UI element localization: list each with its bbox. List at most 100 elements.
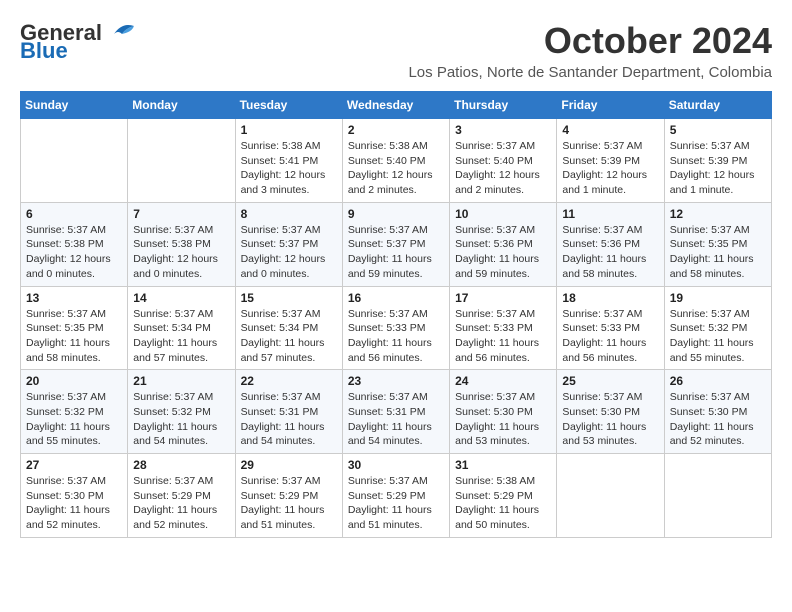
day-number: 12: [670, 207, 766, 221]
weekday-header-sunday: Sunday: [21, 92, 128, 119]
weekday-header-thursday: Thursday: [450, 92, 557, 119]
day-number: 20: [26, 374, 122, 388]
calendar-cell: 4 Sunrise: 5:37 AM Sunset: 5:39 PM Daylig…: [557, 119, 664, 203]
calendar-cell: 10 Sunrise: 5:37 AM Sunset: 5:36 PM Dayli…: [450, 202, 557, 286]
calendar-cell: 25Sunrise: 5:37 AM Sunset: 5:30 PM Dayli…: [557, 370, 664, 454]
calendar-cell: 2 Sunrise: 5:38 AM Sunset: 5:40 PM Daylig…: [342, 119, 449, 203]
calendar-cell: 15 Sunrise: 5:37 AM Sunset: 5:34 PM Dayli…: [235, 286, 342, 370]
weekday-header-row: SundayMondayTuesdayWednesdayThursdayFrid…: [21, 92, 772, 119]
day-info: Sunrise: 5:38 AM Sunset: 5:40 PM Dayligh…: [348, 139, 444, 198]
day-number: 1: [241, 123, 337, 137]
day-info: Sunrise: 5:37 AM Sunset: 5:39 PM Dayligh…: [670, 139, 766, 198]
calendar-cell: 30Sunrise: 5:37 AM Sunset: 5:29 PM Dayli…: [342, 454, 449, 538]
calendar-cell: [128, 119, 235, 203]
day-number: 18: [562, 291, 658, 305]
day-info: Sunrise: 5:37 AM Sunset: 5:38 PM Dayligh…: [133, 223, 229, 282]
calendar-cell: 7Sunrise: 5:37 AM Sunset: 5:38 PM Daylig…: [128, 202, 235, 286]
calendar-cell: 20 Sunrise: 5:37 AM Sunset: 5:32 PM Dayli…: [21, 370, 128, 454]
logo-bird-icon: [104, 20, 136, 42]
calendar-cell: 8 Sunrise: 5:37 AM Sunset: 5:37 PM Daylig…: [235, 202, 342, 286]
day-info: Sunrise: 5:37 AM Sunset: 5:33 PM Dayligh…: [562, 307, 658, 366]
day-number: 3: [455, 123, 551, 137]
day-number: 15: [241, 291, 337, 305]
day-info: Sunrise: 5:37 AM Sunset: 5:32 PM Dayligh…: [26, 390, 122, 449]
day-info: Sunrise: 5:37 AM Sunset: 5:32 PM Dayligh…: [133, 390, 229, 449]
calendar-week-5: 27Sunrise: 5:37 AM Sunset: 5:30 PM Dayli…: [21, 454, 772, 538]
day-info: Sunrise: 5:37 AM Sunset: 5:35 PM Dayligh…: [670, 223, 766, 282]
calendar-cell: [664, 454, 771, 538]
day-info: Sunrise: 5:37 AM Sunset: 5:34 PM Dayligh…: [241, 307, 337, 366]
month-title: October 2024: [408, 20, 772, 62]
calendar-cell: 21 Sunrise: 5:37 AM Sunset: 5:32 PM Dayli…: [128, 370, 235, 454]
calendar-cell: 23 Sunrise: 5:37 AM Sunset: 5:31 PM Dayli…: [342, 370, 449, 454]
logo-blue: Blue: [20, 38, 68, 64]
calendar-cell: 17 Sunrise: 5:37 AM Sunset: 5:33 PM Dayli…: [450, 286, 557, 370]
calendar-cell: 24Sunrise: 5:37 AM Sunset: 5:30 PM Dayli…: [450, 370, 557, 454]
weekday-header-tuesday: Tuesday: [235, 92, 342, 119]
day-number: 14: [133, 291, 229, 305]
day-info: Sunrise: 5:37 AM Sunset: 5:37 PM Dayligh…: [348, 223, 444, 282]
calendar-cell: 6 Sunrise: 5:37 AM Sunset: 5:38 PM Daylig…: [21, 202, 128, 286]
calendar-cell: 29Sunrise: 5:37 AM Sunset: 5:29 PM Dayli…: [235, 454, 342, 538]
day-info: Sunrise: 5:38 AM Sunset: 5:41 PM Dayligh…: [241, 139, 337, 198]
day-number: 2: [348, 123, 444, 137]
weekday-header-friday: Friday: [557, 92, 664, 119]
calendar-cell: 18 Sunrise: 5:37 AM Sunset: 5:33 PM Dayli…: [557, 286, 664, 370]
day-info: Sunrise: 5:38 AM Sunset: 5:29 PM Dayligh…: [455, 474, 551, 533]
calendar-cell: 16 Sunrise: 5:37 AM Sunset: 5:33 PM Dayli…: [342, 286, 449, 370]
calendar-week-2: 6 Sunrise: 5:37 AM Sunset: 5:38 PM Daylig…: [21, 202, 772, 286]
day-info: Sunrise: 5:37 AM Sunset: 5:31 PM Dayligh…: [348, 390, 444, 449]
day-info: Sunrise: 5:37 AM Sunset: 5:33 PM Dayligh…: [348, 307, 444, 366]
calendar-cell: 1 Sunrise: 5:38 AM Sunset: 5:41 PM Daylig…: [235, 119, 342, 203]
day-number: 8: [241, 207, 337, 221]
day-number: 24: [455, 374, 551, 388]
day-number: 11: [562, 207, 658, 221]
calendar-cell: [21, 119, 128, 203]
calendar-week-1: 1 Sunrise: 5:38 AM Sunset: 5:41 PM Daylig…: [21, 119, 772, 203]
day-number: 23: [348, 374, 444, 388]
day-info: Sunrise: 5:37 AM Sunset: 5:31 PM Dayligh…: [241, 390, 337, 449]
day-info: Sunrise: 5:37 AM Sunset: 5:40 PM Dayligh…: [455, 139, 551, 198]
day-info: Sunrise: 5:37 AM Sunset: 5:33 PM Dayligh…: [455, 307, 551, 366]
weekday-header-saturday: Saturday: [664, 92, 771, 119]
calendar-cell: 14 Sunrise: 5:37 AM Sunset: 5:34 PM Dayli…: [128, 286, 235, 370]
day-number: 16: [348, 291, 444, 305]
title-section: October 2024 Los Patios, Norte de Santan…: [408, 20, 772, 81]
day-number: 22: [241, 374, 337, 388]
day-number: 31: [455, 458, 551, 472]
day-number: 26: [670, 374, 766, 388]
calendar-table: SundayMondayTuesdayWednesdayThursdayFrid…: [20, 91, 772, 538]
day-info: Sunrise: 5:37 AM Sunset: 5:36 PM Dayligh…: [455, 223, 551, 282]
day-info: Sunrise: 5:37 AM Sunset: 5:30 PM Dayligh…: [562, 390, 658, 449]
calendar-cell: 5 Sunrise: 5:37 AM Sunset: 5:39 PM Daylig…: [664, 119, 771, 203]
calendar-week-4: 20 Sunrise: 5:37 AM Sunset: 5:32 PM Dayli…: [21, 370, 772, 454]
calendar-cell: 28Sunrise: 5:37 AM Sunset: 5:29 PM Dayli…: [128, 454, 235, 538]
day-info: Sunrise: 5:37 AM Sunset: 5:29 PM Dayligh…: [241, 474, 337, 533]
calendar-cell: 3 Sunrise: 5:37 AM Sunset: 5:40 PM Daylig…: [450, 119, 557, 203]
calendar-cell: 9 Sunrise: 5:37 AM Sunset: 5:37 PM Daylig…: [342, 202, 449, 286]
day-number: 5: [670, 123, 766, 137]
day-number: 19: [670, 291, 766, 305]
day-number: 21: [133, 374, 229, 388]
day-info: Sunrise: 5:37 AM Sunset: 5:37 PM Dayligh…: [241, 223, 337, 282]
day-number: 10: [455, 207, 551, 221]
calendar-cell: 11 Sunrise: 5:37 AM Sunset: 5:36 PM Dayli…: [557, 202, 664, 286]
day-info: Sunrise: 5:37 AM Sunset: 5:36 PM Dayligh…: [562, 223, 658, 282]
day-number: 30: [348, 458, 444, 472]
weekday-header-monday: Monday: [128, 92, 235, 119]
day-info: Sunrise: 5:37 AM Sunset: 5:34 PM Dayligh…: [133, 307, 229, 366]
day-number: 4: [562, 123, 658, 137]
day-info: Sunrise: 5:37 AM Sunset: 5:30 PM Dayligh…: [26, 474, 122, 533]
day-info: Sunrise: 5:37 AM Sunset: 5:30 PM Dayligh…: [670, 390, 766, 449]
day-number: 17: [455, 291, 551, 305]
calendar-week-3: 13Sunrise: 5:37 AM Sunset: 5:35 PM Dayli…: [21, 286, 772, 370]
day-number: 9: [348, 207, 444, 221]
day-info: Sunrise: 5:37 AM Sunset: 5:39 PM Dayligh…: [562, 139, 658, 198]
day-number: 28: [133, 458, 229, 472]
day-number: 6: [26, 207, 122, 221]
location-title: Los Patios, Norte de Santander Departmen…: [408, 64, 772, 81]
weekday-header-wednesday: Wednesday: [342, 92, 449, 119]
day-info: Sunrise: 5:37 AM Sunset: 5:38 PM Dayligh…: [26, 223, 122, 282]
calendar-cell: 22 Sunrise: 5:37 AM Sunset: 5:31 PM Dayli…: [235, 370, 342, 454]
calendar-cell: [557, 454, 664, 538]
